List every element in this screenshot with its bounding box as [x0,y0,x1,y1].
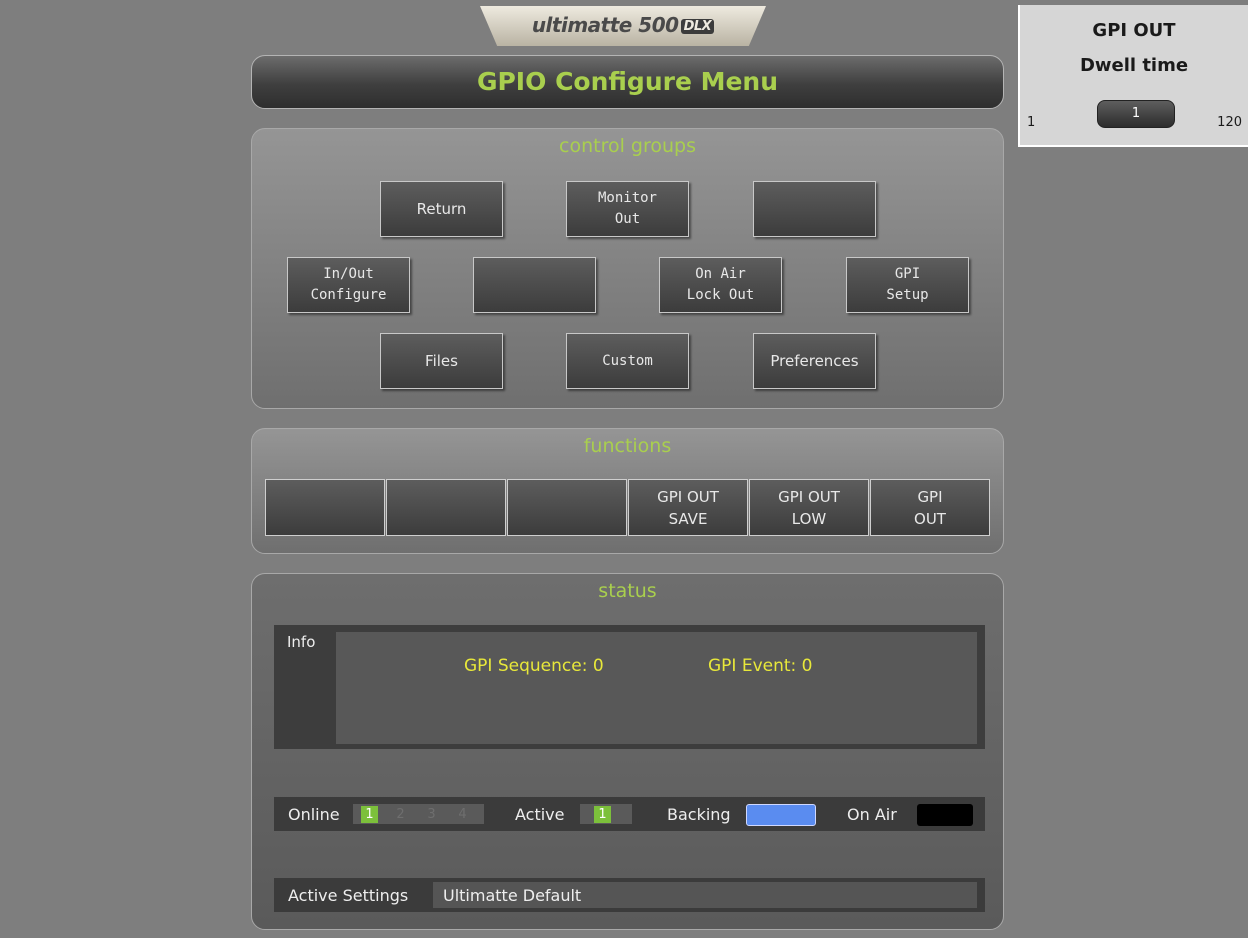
function-button-1[interactable] [265,479,385,536]
status-title: status [598,580,657,602]
status-indicator-bar: Online 1 2 3 4 Active 1 Backing On Air [274,797,985,831]
status-panel: status Info GPI Sequence: 0 GPI Event: 0… [251,573,1004,930]
dwell-time-value-field[interactable]: 1 [1097,100,1175,128]
monitor-out-button[interactable]: Monitor Out [566,181,689,237]
info-box: Info GPI Sequence: 0 GPI Event: 0 [274,625,985,749]
dwell-panel-subtitle: Dwell time [1079,55,1189,76]
online-indicator-2: 2 [396,807,405,822]
on-air-color-swatch [917,804,973,826]
dwell-max-label: 120 [1217,115,1242,130]
custom-button[interactable]: Custom [566,333,689,389]
online-indicator-3: 3 [427,807,436,822]
inout-configure-button[interactable]: In/Out Configure [287,257,410,313]
functions-panel: functions GPI OUT SAVE GPI OUT LOW GPI O… [251,428,1004,554]
files-button[interactable]: Files [380,333,503,389]
gpi-out-low-button[interactable]: GPI OUT LOW [749,479,869,536]
active-settings-label: Active Settings [288,886,409,905]
gpi-sequence-text: GPI Sequence: 0 [464,656,604,676]
backing-label: Backing [667,805,731,824]
active-settings-field: Ultimatte Default [433,882,977,908]
blank-control-button-1[interactable] [753,181,876,237]
active-settings-value: Ultimatte Default [443,886,582,905]
on-air-lock-out-button[interactable]: On Air Lock Out [659,257,782,313]
active-indicator-group: 1 [580,804,632,824]
gpi-out-button[interactable]: GPI OUT [870,479,990,536]
function-button-3[interactable] [507,479,627,536]
gpi-out-save-button[interactable]: GPI OUT SAVE [628,479,748,536]
return-button[interactable]: Return [380,181,503,237]
function-button-2[interactable] [386,479,506,536]
control-groups-title: control groups [559,135,696,157]
active-label: Active [515,805,565,824]
dwell-time-panel: GPI OUT Dwell time 1 1 120 [1018,5,1248,147]
info-label: Info [287,633,316,651]
active-indicator: 1 [594,806,611,823]
functions-title: functions [583,435,672,457]
gpi-setup-button[interactable]: GPI Setup [846,257,969,313]
backing-color-swatch [746,804,816,826]
control-groups-panel: control groups Return Monitor Out In/Out… [251,128,1004,409]
menu-title: GPIO Configure Menu [251,55,1004,109]
on-air-label: On Air [847,805,897,824]
logo-brand: ultimatte 500 [531,13,679,37]
dwell-panel-title: GPI OUT [1092,20,1176,41]
online-indicator-4: 4 [458,807,467,822]
preferences-button[interactable]: Preferences [753,333,876,389]
logo-badge: DLX [680,19,715,34]
ultimatte-logo: ultimatte 500 DLX [480,6,766,46]
online-label: Online [288,805,340,824]
online-indicator-group: 1 2 3 4 [353,804,484,824]
info-display: GPI Sequence: 0 GPI Event: 0 [336,632,977,744]
active-settings-bar: Active Settings Ultimatte Default [274,878,985,912]
dwell-min-label: 1 [1027,115,1036,130]
online-indicator-1: 1 [361,806,378,823]
blank-control-button-2[interactable] [473,257,596,313]
gpi-event-text: GPI Event: 0 [708,656,813,676]
